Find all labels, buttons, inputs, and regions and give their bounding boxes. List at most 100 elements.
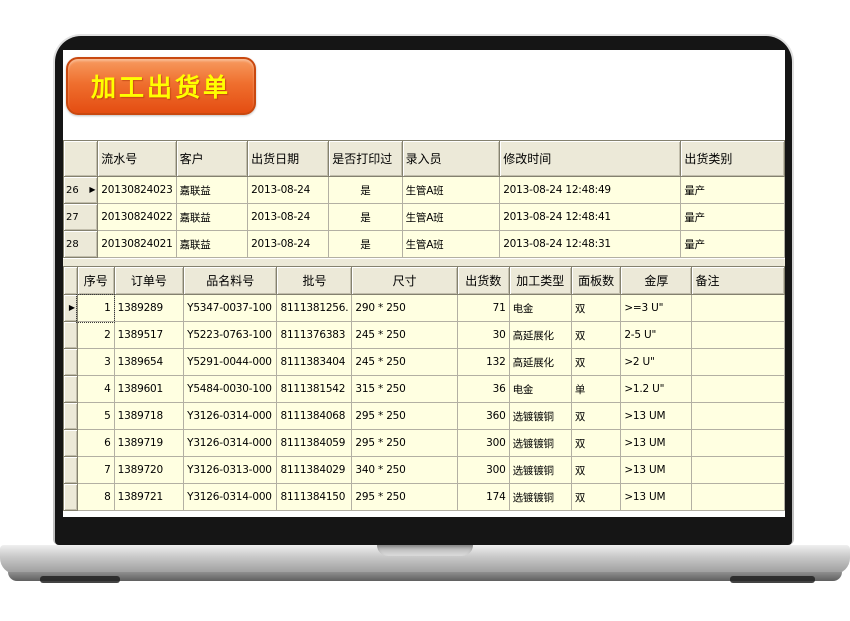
cell-serial-no[interactable]: 20130824022 [98, 204, 176, 231]
cell-order-no[interactable]: 1389289 [114, 295, 183, 322]
column-header-ship-date[interactable]: 出货日期 [248, 141, 329, 177]
cell-size[interactable]: 245 * 250 [352, 349, 458, 376]
cell-ship-qty[interactable]: 300 [457, 457, 509, 484]
column-header-order-no[interactable]: 订单号 [114, 267, 183, 295]
cell-part-no[interactable]: Y3126-0314-000 [184, 430, 277, 457]
detail-row-selector[interactable]: ▶ [64, 295, 78, 322]
cell-customer[interactable]: 嘉联益 [176, 204, 247, 231]
column-header-ship-qty[interactable]: 出货数 [457, 267, 509, 295]
cell-printed[interactable]: 是 [329, 231, 402, 258]
orders-row-selector[interactable]: 27 [64, 204, 98, 231]
cell-part-no[interactable]: Y3126-0314-000 [184, 484, 277, 511]
cell-size[interactable]: 315 * 250 [352, 376, 458, 403]
column-header-panel-count[interactable]: 面板数 [571, 267, 621, 295]
cell-batch-no[interactable]: 8111384068 [277, 403, 352, 430]
process-shipment-button[interactable]: 加工出货单 [66, 57, 256, 115]
cell-entry-clerk[interactable]: 生管A班 [402, 204, 500, 231]
column-header-customer[interactable]: 客户 [176, 141, 247, 177]
cell-ship-category[interactable]: 量产 [681, 231, 785, 258]
column-header-gold-thickness[interactable]: 金厚 [621, 267, 692, 295]
cell-panel-count[interactable]: 双 [571, 484, 621, 511]
cell-process-type[interactable]: 选镀镀铜 [509, 430, 571, 457]
cell-modified-time[interactable]: 2013-08-24 12:48:41 [500, 204, 681, 231]
column-header-modified-time[interactable]: 修改时间 [500, 141, 681, 177]
cell-panel-count[interactable]: 单 [571, 376, 621, 403]
cell-batch-no[interactable]: 8111383404 [277, 349, 352, 376]
cell-order-no[interactable]: 1389517 [114, 322, 183, 349]
cell-seq-no[interactable]: 3 [77, 349, 114, 376]
column-header-part-no[interactable]: 品名料号 [184, 267, 277, 295]
cell-ship-qty[interactable]: 30 [457, 322, 509, 349]
cell-gold-thickness[interactable]: >13 UM [621, 430, 692, 457]
cell-remark[interactable] [692, 349, 785, 376]
cell-process-type[interactable]: 选镀镀铜 [509, 457, 571, 484]
detail-row-selector[interactable] [64, 484, 78, 511]
cell-modified-time[interactable]: 2013-08-24 12:48:31 [500, 231, 681, 258]
cell-customer[interactable]: 嘉联益 [176, 231, 247, 258]
cell-order-no[interactable]: 1389719 [114, 430, 183, 457]
cell-ship-qty[interactable]: 300 [457, 430, 509, 457]
cell-size[interactable]: 295 * 250 [352, 403, 458, 430]
cell-remark[interactable] [692, 403, 785, 430]
cell-batch-no[interactable]: 8111376383 [277, 322, 352, 349]
cell-seq-no[interactable]: 7 [77, 457, 114, 484]
cell-remark[interactable] [692, 376, 785, 403]
cell-serial-no[interactable]: 20130824023 [98, 177, 176, 204]
cell-panel-count[interactable]: 双 [571, 457, 621, 484]
cell-entry-clerk[interactable]: 生管A班 [402, 231, 500, 258]
cell-panel-count[interactable]: 双 [571, 322, 621, 349]
column-header-process-type[interactable]: 加工类型 [509, 267, 571, 295]
cell-gold-thickness[interactable]: >2 U" [621, 349, 692, 376]
cell-process-type[interactable]: 电金 [509, 295, 571, 322]
cell-ship-category[interactable]: 量产 [681, 177, 785, 204]
cell-ship-date[interactable]: 2013-08-24 [248, 204, 329, 231]
cell-part-no[interactable]: Y3126-0314-000 [184, 403, 277, 430]
cell-serial-no[interactable]: 20130824021 [98, 231, 176, 258]
column-header-serial-no[interactable]: 流水号 [98, 141, 176, 177]
cell-order-no[interactable]: 1389654 [114, 349, 183, 376]
column-header-seq-no[interactable]: 序号 [77, 267, 114, 295]
cell-batch-no[interactable]: 8111381256. [277, 295, 352, 322]
cell-seq-no[interactable]: 6 [77, 430, 114, 457]
cell-ship-qty[interactable]: 174 [457, 484, 509, 511]
cell-part-no[interactable]: Y5347-0037-100 [184, 295, 277, 322]
column-header-entry-clerk[interactable]: 录入员 [402, 141, 500, 177]
cell-gold-thickness[interactable]: >13 UM [621, 457, 692, 484]
cell-seq-no[interactable]: 4 [77, 376, 114, 403]
cell-order-no[interactable]: 1389721 [114, 484, 183, 511]
cell-batch-no[interactable]: 8111384029 [277, 457, 352, 484]
cell-process-type[interactable]: 选镀镀铜 [509, 484, 571, 511]
cell-ship-category[interactable]: 量产 [681, 204, 785, 231]
cell-seq-no[interactable]: 2 [77, 322, 114, 349]
detail-row-selector-header[interactable] [64, 267, 78, 295]
detail-row-selector[interactable] [64, 457, 78, 484]
cell-printed[interactable]: 是 [329, 177, 402, 204]
cell-batch-no[interactable]: 8111384150 [277, 484, 352, 511]
column-header-size[interactable]: 尺寸 [352, 267, 458, 295]
cell-process-type[interactable]: 高延展化 [509, 322, 571, 349]
cell-order-no[interactable]: 1389720 [114, 457, 183, 484]
cell-size[interactable]: 295 * 250 [352, 484, 458, 511]
cell-size[interactable]: 290 * 250 [352, 295, 458, 322]
cell-batch-no[interactable]: 8111384059 [277, 430, 352, 457]
cell-seq-no[interactable]: 8 [77, 484, 114, 511]
cell-size[interactable]: 295 * 250 [352, 430, 458, 457]
cell-part-no[interactable]: Y5291-0044-000 [184, 349, 277, 376]
detail-row-selector[interactable] [64, 376, 78, 403]
cell-panel-count[interactable]: 双 [571, 430, 621, 457]
detail-row-selector[interactable] [64, 403, 78, 430]
cell-process-type[interactable]: 电金 [509, 376, 571, 403]
cell-gold-thickness[interactable]: >1.2 U" [621, 376, 692, 403]
cell-remark[interactable] [692, 295, 785, 322]
cell-panel-count[interactable]: 双 [571, 349, 621, 376]
cell-ship-qty[interactable]: 132 [457, 349, 509, 376]
detail-row-selector[interactable] [64, 430, 78, 457]
cell-size[interactable]: 340 * 250 [352, 457, 458, 484]
cell-remark[interactable] [692, 457, 785, 484]
cell-batch-no[interactable]: 8111381542 [277, 376, 352, 403]
cell-ship-qty[interactable]: 36 [457, 376, 509, 403]
column-header-remark[interactable]: 备注 [692, 267, 785, 295]
cell-gold-thickness[interactable]: >13 UM [621, 484, 692, 511]
cell-size[interactable]: 245 * 250 [352, 322, 458, 349]
cell-entry-clerk[interactable]: 生管A班 [402, 177, 500, 204]
